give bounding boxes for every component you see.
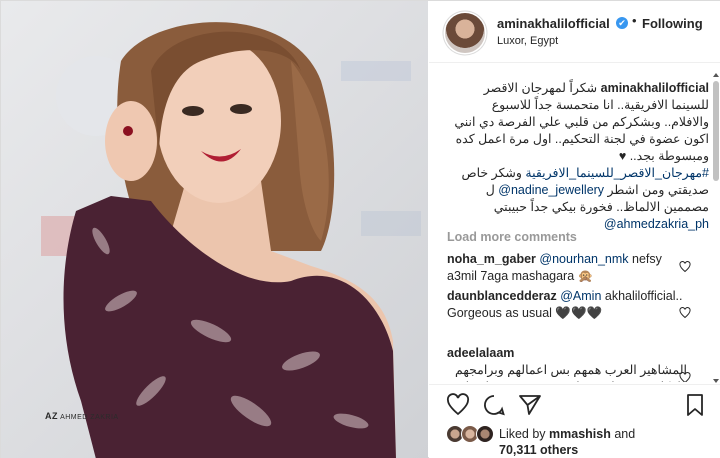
caption-mention-1[interactable]: @nadine_jewellery — [498, 183, 604, 197]
post-header: aminakhalilofficial ✔ • Following Luxor,… — [429, 1, 720, 63]
watermark-prefix: AZ — [45, 411, 58, 421]
comment-mention[interactable]: @Amin — [560, 289, 601, 303]
watermark-name: AHMED ZAKRIA — [60, 414, 119, 421]
share-send-icon[interactable] — [518, 393, 542, 417]
bookmark-icon[interactable] — [683, 393, 707, 417]
caption-hashtag[interactable]: #مهرجان_الاقصر_للسينما_الافريقية — [525, 166, 709, 180]
instagram-post-modal: AZ AHMED ZAKRIA aminakhalilofficial ✔ • … — [0, 0, 720, 458]
liked-by-text: Liked by mmashish and — [499, 427, 635, 441]
heart-icon[interactable] — [679, 372, 691, 382]
post-actions — [429, 384, 720, 424]
load-more-comments-button[interactable]: Load more comments — [447, 230, 577, 244]
post-photo[interactable]: AZ AHMED ZAKRIA — [1, 1, 428, 458]
scroll-thumb[interactable] — [713, 81, 719, 181]
photo-illustration — [41, 22, 421, 458]
liked-by-user[interactable]: mmashish — [549, 427, 611, 441]
location-link[interactable]: Luxor, Egypt — [497, 35, 558, 47]
comments-section[interactable]: aminakhalilofficial شكراً لمهرجان الاقصر… — [429, 64, 720, 382]
caption-mention-2[interactable]: @ahmedzakria_ph — [604, 217, 709, 231]
comment-bubble-icon[interactable] — [482, 393, 506, 417]
comment-text: المشاهير العرب همهم بس اعمالهم وبرامجهم … — [455, 363, 687, 382]
comments-scrollbar[interactable] — [713, 73, 719, 383]
comment-mention[interactable]: @nourhan_nmk — [539, 252, 628, 266]
comment-item: noha_m_gaber @nourhan_nmk nefsy a3mil 7a… — [447, 251, 687, 285]
avatar[interactable] — [445, 13, 485, 53]
heart-icon[interactable] — [679, 261, 691, 273]
verified-badge-icon: ✔ — [616, 17, 628, 29]
post-caption: aminakhalilofficial شكراً لمهرجان الاقصر… — [447, 80, 709, 233]
like-heart-icon[interactable] — [446, 393, 470, 417]
scroll-down-icon[interactable] — [713, 379, 719, 383]
photo-watermark: AZ AHMED ZAKRIA — [45, 411, 119, 421]
post-side-panel: aminakhalilofficial ✔ • Following Luxor,… — [429, 1, 720, 458]
comment-username[interactable]: noha_m_gaber — [447, 252, 536, 266]
scroll-up-icon[interactable] — [713, 73, 719, 77]
header-username[interactable]: aminakhalilofficial — [497, 16, 610, 31]
following-button[interactable]: Following — [642, 16, 703, 31]
comment-item: daunblancedderaz @Amin akhalilofficial..… — [447, 288, 687, 322]
comment-username[interactable]: adeelalaam — [447, 346, 514, 360]
liked-by-suffix: and — [610, 427, 636, 441]
caption-username[interactable]: aminakhalilofficial — [601, 81, 709, 95]
separator-dot: • — [632, 13, 637, 28]
likes-count[interactable]: 70,311 others — [499, 443, 578, 457]
heart-icon[interactable] — [679, 307, 691, 319]
liked-by-prefix: Liked by — [499, 427, 550, 441]
likes-summary: Liked by mmashish and 70,311 others — [429, 423, 720, 458]
comment-item: adeelalaam المشاهير العرب همهم بس اعماله… — [447, 345, 687, 382]
liker-avatar[interactable] — [476, 425, 494, 443]
comment-username[interactable]: daunblancedderaz — [447, 289, 557, 303]
